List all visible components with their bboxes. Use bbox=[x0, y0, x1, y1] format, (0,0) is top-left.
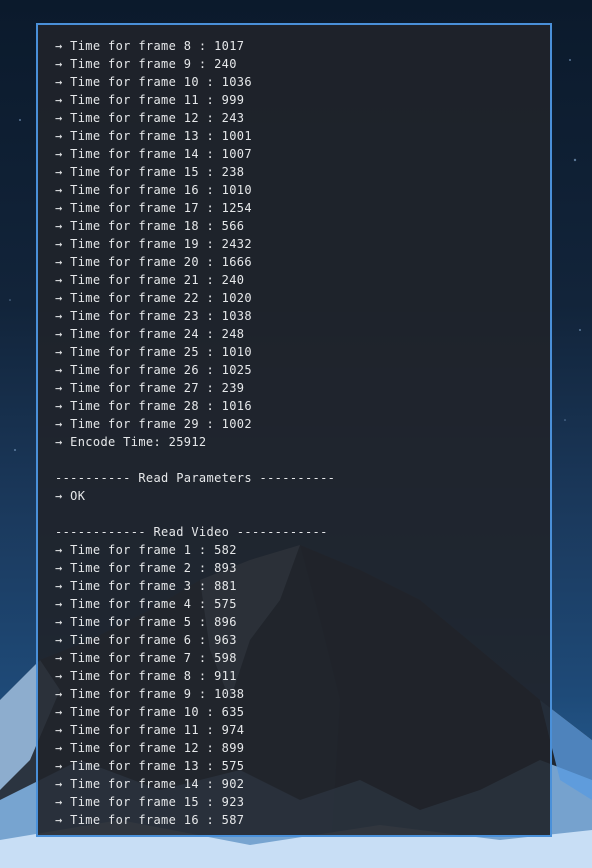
terminal-output-line: → Time for frame 12 : 899 bbox=[55, 741, 245, 755]
terminal-output-line: → Time for frame 10 : 635 bbox=[55, 705, 245, 719]
terminal-output-line: → Time for frame 3 : 881 bbox=[55, 579, 237, 593]
terminal-output-line: → Time for frame 16 : 1010 bbox=[55, 183, 252, 197]
terminal-output-line: → Time for frame 23 : 1038 bbox=[55, 309, 252, 323]
terminal-output-line: → Time for frame 4 : 575 bbox=[55, 597, 237, 611]
terminal-output-line: → Time for frame 21 : 240 bbox=[55, 273, 245, 287]
terminal-output-line: → Time for frame 6 : 963 bbox=[55, 633, 237, 647]
terminal-output-line: → Time for frame 14 : 902 bbox=[55, 777, 245, 791]
terminal-output-line: → Time for frame 20 : 1666 bbox=[55, 255, 252, 269]
terminal-output-line: → Time for frame 13 : 575 bbox=[55, 759, 245, 773]
terminal-output-line: → Time for frame 26 : 1025 bbox=[55, 363, 252, 377]
terminal-output-line: → Time for frame 13 : 1001 bbox=[55, 129, 252, 143]
terminal-output-line: → Time for frame 7 : 598 bbox=[55, 651, 237, 665]
terminal-output-line: → Time for frame 1 : 582 bbox=[55, 543, 237, 557]
terminal-output-line: → Time for frame 10 : 1036 bbox=[55, 75, 252, 89]
terminal-output-line: → Time for frame 11 : 974 bbox=[55, 723, 245, 737]
terminal-output-line: → Time for frame 8 : 1017 bbox=[55, 39, 245, 53]
terminal-output-line: → Time for frame 17 : 1254 bbox=[55, 201, 252, 215]
terminal-output-line: ------------ Read Video ------------ bbox=[55, 525, 328, 539]
terminal-output-line: → Time for frame 24 : 248 bbox=[55, 327, 245, 341]
terminal-output-line: → OK bbox=[55, 489, 86, 503]
terminal-output-line: → Time for frame 5 : 896 bbox=[55, 615, 237, 629]
terminal-output-line: → Time for frame 14 : 1007 bbox=[55, 147, 252, 161]
terminal-output-line: → Time for frame 11 : 999 bbox=[55, 93, 245, 107]
terminal-output-line: → Time for frame 2 : 893 bbox=[55, 561, 237, 575]
terminal-output-line: → Time for frame 27 : 239 bbox=[55, 381, 245, 395]
terminal-output-line: → Time for frame 15 : 238 bbox=[55, 165, 245, 179]
terminal-output-line: → Time for frame 22 : 1020 bbox=[55, 291, 252, 305]
terminal-output-line: → Time for frame 8 : 911 bbox=[55, 669, 237, 683]
terminal-window[interactable]: → Time for frame 8 : 1017 → Time for fram… bbox=[36, 23, 552, 837]
terminal-output-line: → Time for frame 29 : 1002 bbox=[55, 417, 252, 431]
terminal-output-line: → Time for frame 25 : 1010 bbox=[55, 345, 252, 359]
terminal-output-line: → Time for frame 19 : 2432 bbox=[55, 237, 252, 251]
terminal-output-line: → Time for frame 12 : 243 bbox=[55, 111, 245, 125]
terminal-output: → Time for frame 8 : 1017 → Time for fram… bbox=[55, 37, 540, 835]
terminal-output-line: → Encode Time: 25912 bbox=[55, 435, 207, 449]
terminal-output-line: → Time for frame 9 : 1038 bbox=[55, 687, 245, 701]
terminal-output-line: → Time for frame 16 : 587 bbox=[55, 813, 245, 827]
terminal-output-line: → Time for frame 18 : 566 bbox=[55, 219, 245, 233]
terminal-output-line: → Time for frame 9 : 240 bbox=[55, 57, 237, 71]
terminal-output-line: → Time for frame 15 : 923 bbox=[55, 795, 245, 809]
terminal-output-line: → Time for frame 28 : 1016 bbox=[55, 399, 252, 413]
terminal-output-line: ---------- Read Parameters ---------- bbox=[55, 471, 336, 485]
